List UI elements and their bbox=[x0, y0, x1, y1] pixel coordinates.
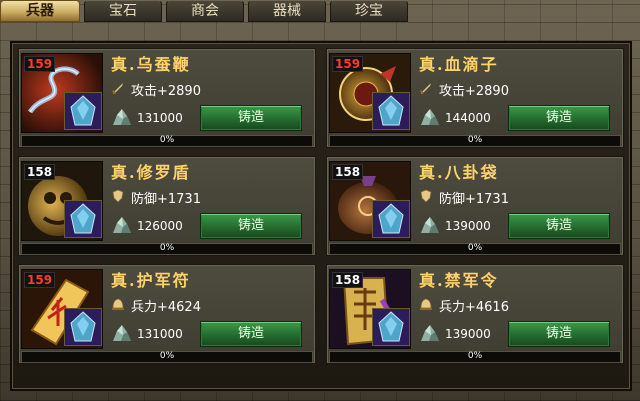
stat-text: 攻击+2890 bbox=[131, 84, 201, 99]
ore-cost: 131000 bbox=[137, 327, 183, 341]
level-badge: 159 bbox=[24, 56, 56, 72]
forge-progress: 0% bbox=[21, 243, 313, 255]
item-slot[interactable]: 158 bbox=[329, 269, 411, 349]
item-card: 158 真.八卦袋 防御+1731 139000 铸造 0% bbox=[326, 156, 624, 256]
item-name: 真.禁军令 bbox=[419, 271, 499, 290]
gem-slot[interactable] bbox=[372, 92, 410, 130]
item-card: 159 真.护军符 兵力+4624 131000 铸造 0% bbox=[18, 264, 316, 364]
item-name: 真.八卦袋 bbox=[419, 163, 499, 182]
progress-text: 0% bbox=[467, 243, 483, 253]
level-badge: 159 bbox=[24, 272, 56, 288]
level-badge: 158 bbox=[332, 272, 364, 288]
shield-icon bbox=[420, 189, 432, 203]
progress-text: 0% bbox=[467, 351, 483, 361]
gem-icon bbox=[65, 93, 101, 129]
ore-icon bbox=[113, 109, 131, 125]
gem-slot[interactable] bbox=[372, 308, 410, 346]
forge-button[interactable]: 铸造 bbox=[508, 105, 610, 131]
forge-progress: 0% bbox=[329, 351, 621, 363]
ore-icon bbox=[421, 217, 439, 233]
gem-slot[interactable] bbox=[64, 92, 102, 130]
gem-icon bbox=[373, 309, 409, 345]
gem-icon bbox=[373, 201, 409, 237]
gem-slot[interactable] bbox=[64, 308, 102, 346]
tab-treasure[interactable]: 珍宝 bbox=[330, 0, 408, 22]
level-badge: 158 bbox=[24, 164, 56, 180]
gem-icon bbox=[65, 201, 101, 237]
tab-machinery[interactable]: 器械 bbox=[248, 0, 326, 22]
stat-text: 兵力+4616 bbox=[439, 300, 509, 315]
ore-cost: 139000 bbox=[445, 219, 491, 233]
gem-icon bbox=[65, 309, 101, 345]
forge-button[interactable]: 铸造 bbox=[200, 321, 302, 347]
item-slot[interactable]: 158 bbox=[329, 161, 411, 241]
ore-icon bbox=[421, 109, 439, 125]
forge-button[interactable]: 铸造 bbox=[508, 321, 610, 347]
progress-text: 0% bbox=[467, 135, 483, 145]
shield-icon bbox=[112, 189, 124, 203]
item-name: 真.血滴子 bbox=[419, 55, 499, 74]
tab-gems[interactable]: 宝石 bbox=[84, 0, 162, 22]
forge-progress: 0% bbox=[329, 243, 621, 255]
ore-cost: 131000 bbox=[137, 111, 183, 125]
item-name: 真.乌蚕鞭 bbox=[111, 55, 191, 74]
gem-icon bbox=[373, 93, 409, 129]
gem-slot[interactable] bbox=[372, 200, 410, 238]
forge-button[interactable]: 铸造 bbox=[200, 105, 302, 131]
progress-text: 0% bbox=[159, 135, 175, 145]
tab-weapons[interactable]: 兵器 bbox=[0, 0, 80, 22]
item-name: 真.护军符 bbox=[111, 271, 191, 290]
stat-text: 兵力+4624 bbox=[131, 300, 201, 315]
forge-panel: 159 真.乌蚕鞭 攻击+2890 131000 铸造 0% 159 真.血滴子… bbox=[10, 41, 632, 391]
progress-text: 0% bbox=[159, 351, 175, 361]
forge-progress: 0% bbox=[329, 135, 621, 147]
item-card: 158 真.禁军令 兵力+4616 139000 铸造 0% bbox=[326, 264, 624, 364]
ore-cost: 139000 bbox=[445, 327, 491, 341]
ore-icon bbox=[421, 325, 439, 341]
gem-slot[interactable] bbox=[64, 200, 102, 238]
item-slot[interactable]: 159 bbox=[329, 53, 411, 133]
item-slot[interactable]: 158 bbox=[21, 161, 103, 241]
stat-text: 防御+1731 bbox=[439, 192, 509, 207]
sword-icon bbox=[419, 83, 431, 95]
ore-cost: 144000 bbox=[445, 111, 491, 125]
forge-progress: 0% bbox=[21, 351, 313, 363]
tab-commerce[interactable]: 商会 bbox=[166, 0, 244, 22]
ore-icon bbox=[113, 325, 131, 341]
tab-bar: 兵器 宝石 商会 器械 珍宝 bbox=[0, 0, 640, 22]
item-slot[interactable]: 159 bbox=[21, 53, 103, 133]
forge-progress: 0% bbox=[21, 135, 313, 147]
level-badge: 159 bbox=[332, 56, 364, 72]
stat-text: 防御+1731 bbox=[131, 192, 201, 207]
item-name: 真.修罗盾 bbox=[111, 163, 191, 182]
item-card: 158 真.修罗盾 防御+1731 126000 铸造 0% bbox=[18, 156, 316, 256]
item-slot[interactable]: 159 bbox=[21, 269, 103, 349]
progress-text: 0% bbox=[159, 243, 175, 253]
forge-button[interactable]: 铸造 bbox=[200, 213, 302, 239]
item-card: 159 真.乌蚕鞭 攻击+2890 131000 铸造 0% bbox=[18, 48, 316, 148]
helmet-icon bbox=[112, 298, 124, 310]
sword-icon bbox=[111, 83, 123, 95]
ore-cost: 126000 bbox=[137, 219, 183, 233]
stat-text: 攻击+2890 bbox=[439, 84, 509, 99]
forge-button[interactable]: 铸造 bbox=[508, 213, 610, 239]
helmet-icon bbox=[420, 298, 432, 310]
ore-icon bbox=[113, 217, 131, 233]
item-card: 159 真.血滴子 攻击+2890 144000 铸造 0% bbox=[326, 48, 624, 148]
level-badge: 158 bbox=[332, 164, 364, 180]
